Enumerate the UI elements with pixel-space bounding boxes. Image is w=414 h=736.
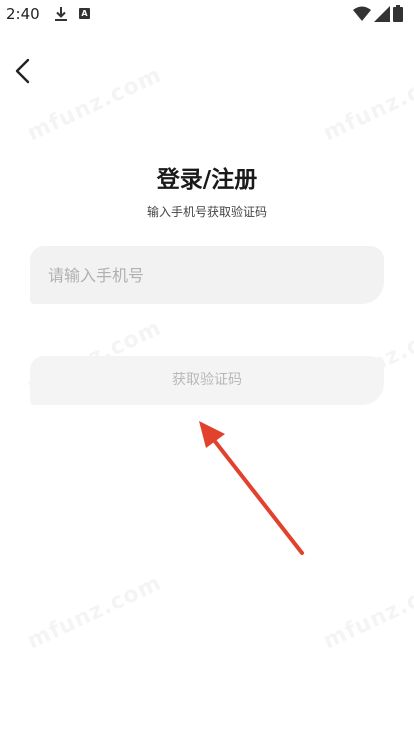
get-verification-code-button[interactable]: 获取验证码 [30, 356, 384, 405]
watermark: mfunz.com [320, 63, 414, 147]
watermark: mfunz.com [320, 571, 414, 655]
page-title: 登录/注册 [156, 167, 258, 193]
status-bar: 2:40 A [0, 0, 414, 30]
status-time: 2:40 [6, 5, 40, 23]
watermark: mfunz.com [24, 63, 166, 147]
keyboard-a-icon: A [79, 8, 90, 19]
page-subtitle: 输入手机号获取验证码 [146, 205, 267, 219]
back-button[interactable] [12, 58, 36, 84]
phone-number-input[interactable] [30, 246, 384, 304]
battery-icon [393, 5, 403, 22]
signal-icon [374, 6, 390, 22]
watermark: mfunz.com [24, 571, 166, 655]
download-icon [55, 7, 67, 21]
wifi-icon [353, 6, 371, 21]
